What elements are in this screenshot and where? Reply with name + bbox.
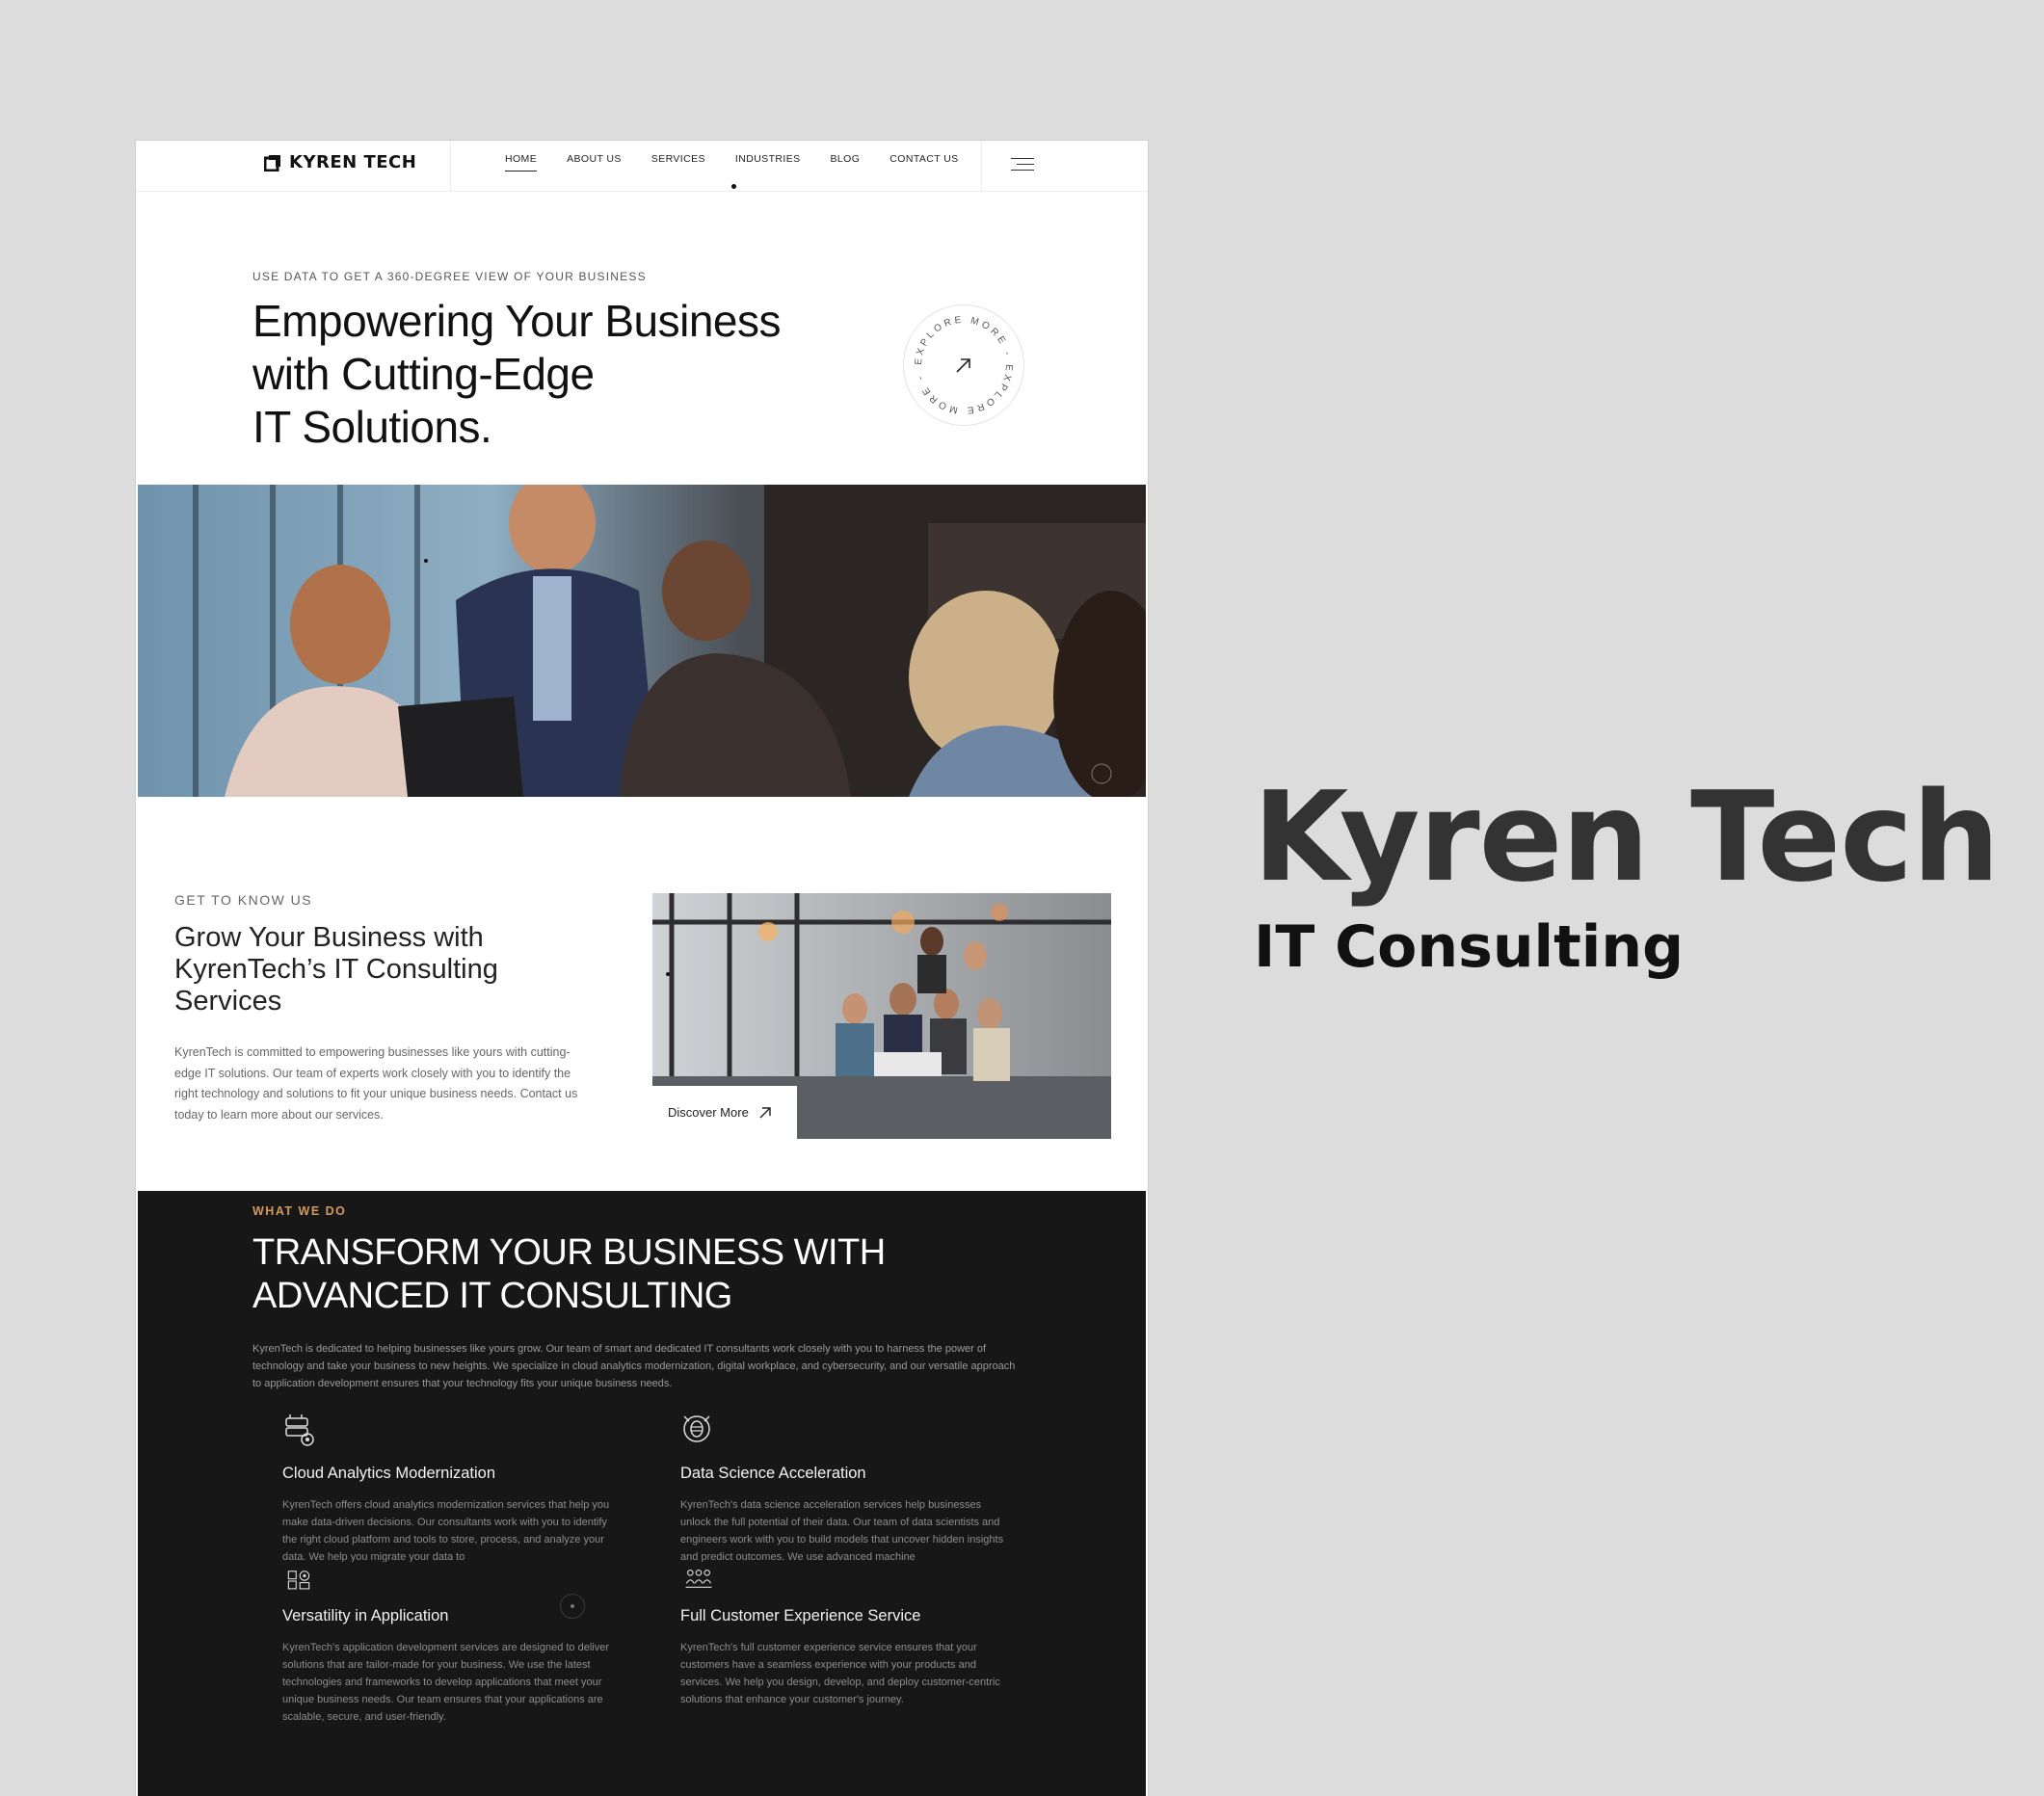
service-text: KyrenTech's data science acceleration se… <box>680 1499 1004 1562</box>
nav-industries[interactable]: INDUSTRIES <box>735 153 801 172</box>
services-intro: KyrenTech is dedicated to helping busine… <box>252 1343 1016 1389</box>
discover-more-button[interactable]: Discover More <box>652 1086 797 1139</box>
hamburger-menu-icon[interactable] <box>1011 156 1034 173</box>
site-header: KYREN TECH HOME ABOUT US SERVICES INDUST… <box>136 141 1148 192</box>
hero-team-photo <box>138 485 1146 797</box>
about-text: KyrenTech is committed to empowering bus… <box>174 1045 578 1122</box>
data-science-icon <box>683 1415 710 1442</box>
cursor-dot <box>666 972 670 976</box>
service-text: KyrenTech's full customer experience ser… <box>680 1642 1000 1705</box>
hero-title-line: Empowering Your Business <box>252 296 782 346</box>
cloud-analytics-icon <box>285 1414 314 1446</box>
service-card[interactable]: Data Science Acceleration KyrenTech's da… <box>680 1413 1008 1562</box>
promo-subtitle: IT Consulting <box>1254 913 1685 981</box>
nav-services[interactable]: SERVICES <box>651 153 705 172</box>
promo-title: Kyren Tech <box>1253 766 2000 910</box>
hero-title-line: IT Solutions. <box>252 402 492 452</box>
logo-mark-icon <box>264 154 280 172</box>
services-title: TRANSFORM YOUR BUSINESS WITH ADVANCED IT… <box>252 1231 985 1318</box>
service-text: KyrenTech offers cloud analytics moderni… <box>282 1499 610 1562</box>
service-text: KyrenTech's application development serv… <box>282 1642 610 1723</box>
discover-more-label: Discover More <box>668 1105 749 1120</box>
services-title-line: ADVANCED IT CONSULTING <box>252 1276 732 1316</box>
services-section: WHAT WE DO TRANSFORM YOUR BUSINESS WITH … <box>138 1191 1146 1796</box>
website-mockup: KYREN TECH HOME ABOUT US SERVICES INDUST… <box>136 141 1148 1796</box>
nav-contact-us[interactable]: CONTACT US <box>889 153 958 172</box>
arrow-up-right-icon <box>956 358 970 373</box>
about-eyebrow: GET TO KNOW US <box>174 892 313 908</box>
scroll-indicator <box>560 1594 585 1619</box>
service-card[interactable]: Full Customer Experience Service KyrenTe… <box>680 1567 1008 1708</box>
logo-text: KYREN TECH <box>289 152 417 172</box>
service-title: Full Customer Experience Service <box>680 1607 921 1624</box>
application-icon <box>287 1571 310 1590</box>
service-card[interactable]: Cloud Analytics Modernization KyrenTech … <box>282 1413 610 1562</box>
about-title: Grow Your Business with KyrenTech’s IT C… <box>174 922 498 1017</box>
arrow-up-right-icon <box>759 1106 771 1118</box>
hero-title: Empowering Your Business with Cutting-Ed… <box>252 295 850 454</box>
explore-more-button[interactable]: EXPLORE MORE - EXPLORE MORE - <box>903 304 1024 426</box>
service-title: Data Science Acceleration <box>680 1465 866 1482</box>
customer-group-icon <box>685 1570 712 1588</box>
hero-eyebrow: USE DATA TO GET A 360-DEGREE VIEW OF YOU… <box>252 270 647 283</box>
nav-blog[interactable]: BLOG <box>831 153 861 172</box>
services-eyebrow: WHAT WE DO <box>252 1204 347 1218</box>
services-title-line: TRANSFORM YOUR BUSINESS WITH <box>252 1232 886 1273</box>
hero-title-line: with Cutting-Edge <box>252 349 595 399</box>
explore-ring: EXPLORE MORE - EXPLORE MORE - <box>914 315 1011 415</box>
nav-home[interactable]: HOME <box>505 153 538 172</box>
header-divider <box>450 141 451 191</box>
service-card[interactable]: Versatility in Application KyrenTech's a… <box>282 1567 610 1726</box>
main-nav: HOME ABOUT US SERVICES INDUSTRIES BLOG C… <box>505 153 989 172</box>
service-title: Cloud Analytics Modernization <box>282 1465 496 1482</box>
cursor-dot <box>731 184 736 189</box>
logo[interactable]: KYREN TECH <box>264 152 416 172</box>
cursor-dot <box>424 559 428 563</box>
nav-about-us[interactable]: ABOUT US <box>567 153 622 172</box>
